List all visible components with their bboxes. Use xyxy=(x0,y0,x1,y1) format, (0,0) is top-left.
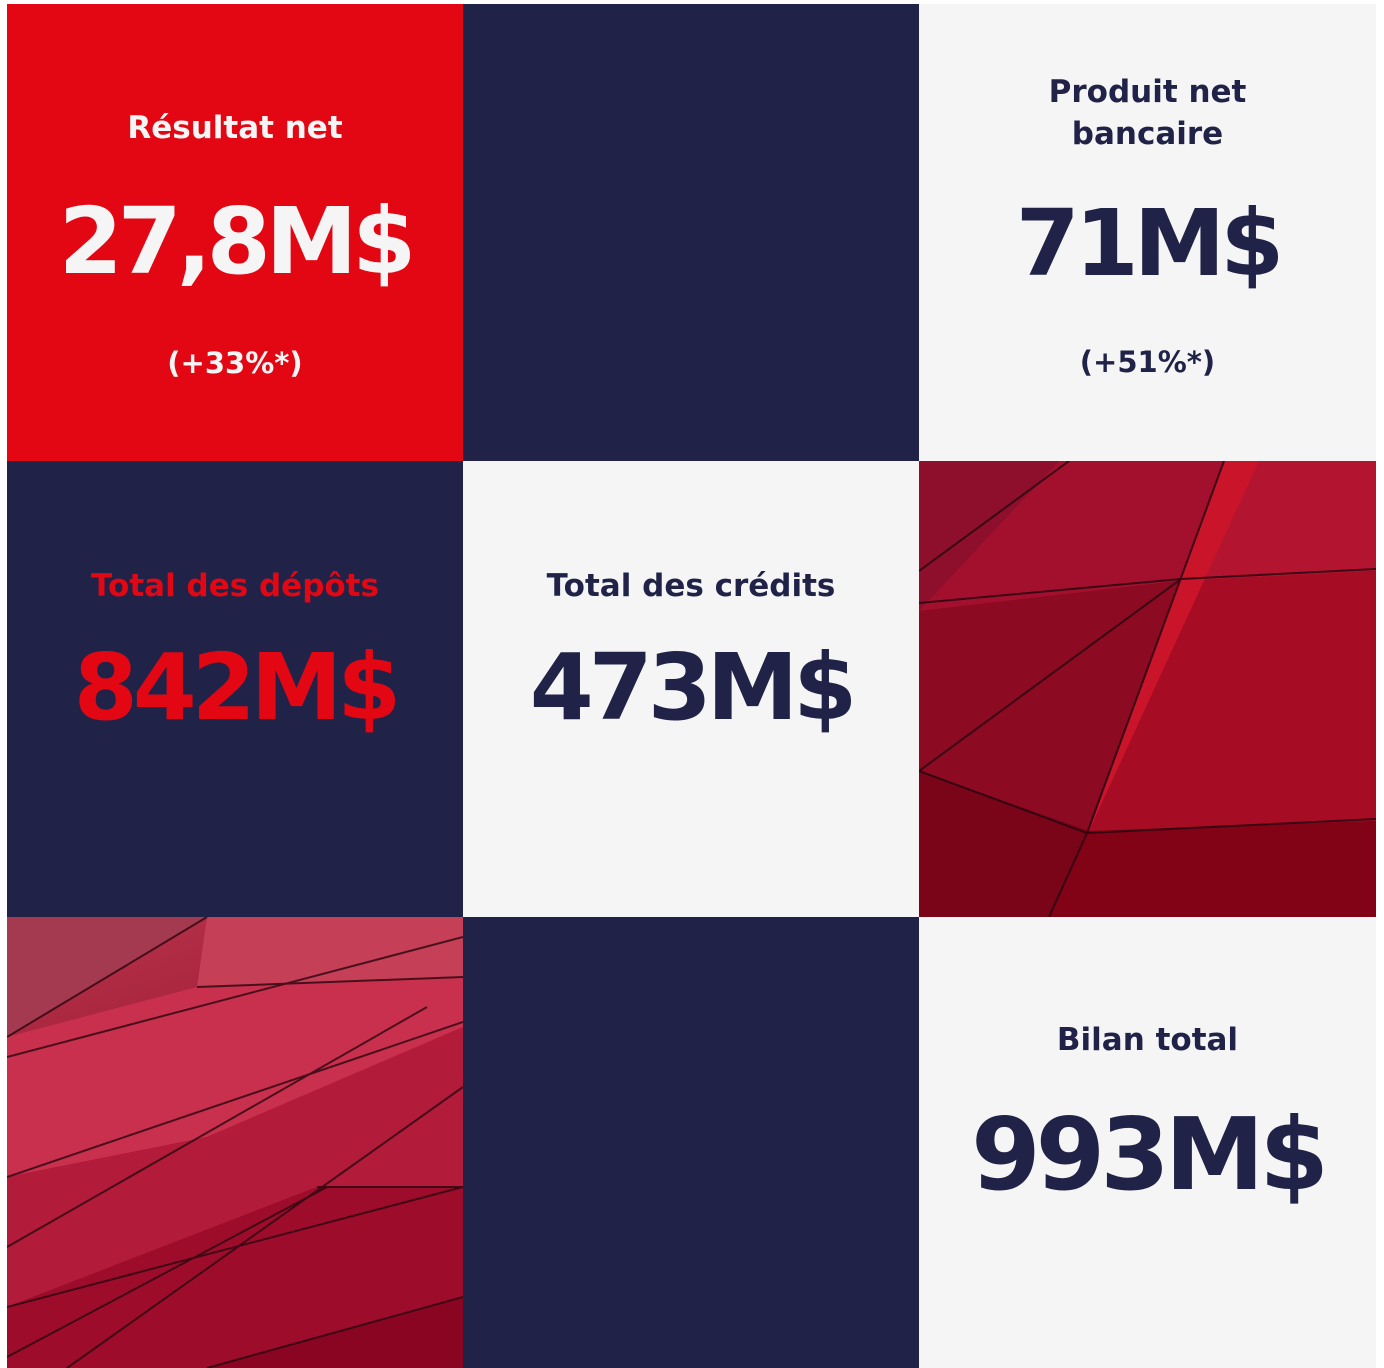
tile-total-depots: Total des dépôts 842M$ xyxy=(7,461,463,917)
tile-value: 71M$ xyxy=(1015,190,1285,297)
kpi-grid: Résultat net 27,8M$ (+33%*) Produit net … xyxy=(7,4,1376,1368)
tile-produit-net-bancaire: Produit net bancaire 71M$ (+51%*) xyxy=(919,4,1376,461)
red-facade-image-2 xyxy=(7,917,463,1368)
tile-label: Total des crédits xyxy=(546,568,836,604)
tile-value: 993M$ xyxy=(971,1096,1329,1213)
tile-change: (+33%*) xyxy=(167,346,303,380)
tile-value: 473M$ xyxy=(529,634,858,741)
tile-change: (+51%*) xyxy=(1079,345,1216,379)
tile-label: Résultat net xyxy=(127,110,343,146)
tile-navy-block xyxy=(463,4,919,461)
tile-label-line1: Produit net xyxy=(1048,74,1247,110)
tile-label: Total des dépôts xyxy=(91,568,379,604)
tile-value: 27,8M$ xyxy=(58,188,417,295)
tile-navy-block-2 xyxy=(463,917,919,1368)
tile-label: Bilan total xyxy=(1056,1022,1239,1058)
tile-label-line2: bancaire xyxy=(1071,116,1224,152)
tile-bilan-total: Bilan total 993M$ xyxy=(919,917,1376,1368)
tile-total-credits: Total des crédits 473M$ xyxy=(463,461,919,917)
tile-resultat-net: Résultat net 27,8M$ (+33%*) xyxy=(7,4,463,461)
red-facade-image xyxy=(919,461,1376,917)
tile-value: 842M$ xyxy=(73,634,402,741)
